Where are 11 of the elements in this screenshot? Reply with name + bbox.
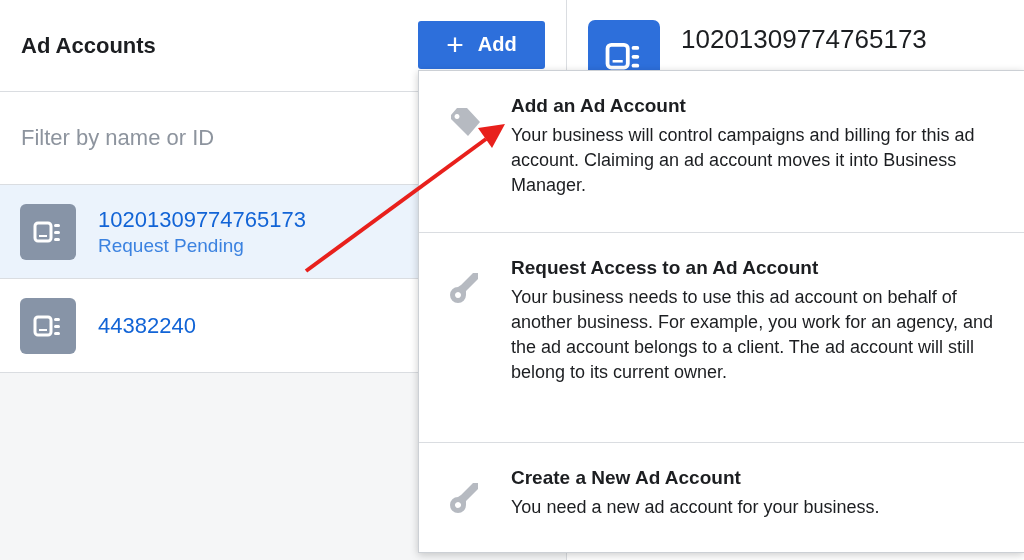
account-id-link[interactable]: 44382240 [98,312,196,339]
menu-option[interactable]: Create a New Ad Account You need a new ad account for your business. [419,443,1024,553]
account-status: Request Pending [98,234,245,257]
option-description: You need a new ad account for your business. [511,496,880,519]
account-title: 10201309774765173 [681,24,927,55]
ad-account-icon [33,313,63,338]
panel-title: Ad Accounts [21,32,156,59]
option-title: Create a New Ad Account [511,467,742,489]
account-id-link[interactable]: 10201309774765173 [98,206,306,233]
add-button[interactable]: + Add [418,20,545,69]
ad-account-icon [33,219,63,244]
